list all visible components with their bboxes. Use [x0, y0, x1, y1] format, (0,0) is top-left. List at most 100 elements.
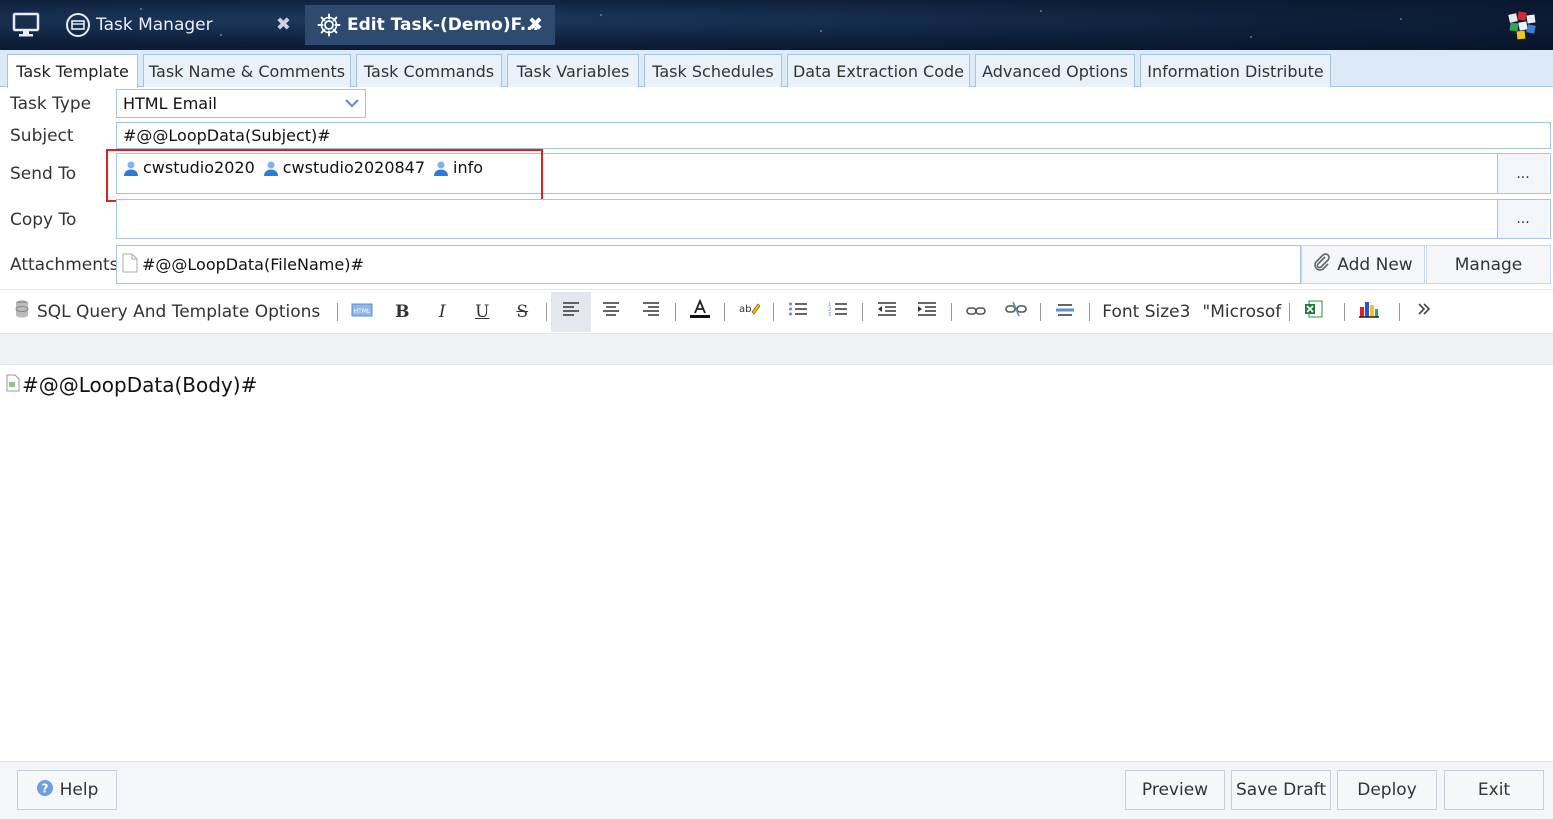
send-to-browse-button[interactable]: ... — [1497, 154, 1548, 193]
tab-advanced-options[interactable]: Advanced Options — [975, 54, 1135, 87]
tab-data-extraction-code[interactable]: Data Extraction Code — [787, 54, 970, 87]
toolbar-separator — [1344, 302, 1346, 321]
paperclip-icon — [1313, 253, 1331, 276]
tab-label: Task Variables — [516, 61, 630, 81]
tab-edit-task-label: Edit Task-(Demo)F... — [347, 15, 540, 35]
highlight-color-button[interactable]: ab — [729, 292, 769, 332]
user-icon — [434, 161, 449, 176]
align-left-icon — [562, 301, 580, 322]
editor-toolbar: SQL Query And Template Options HTML B I … — [0, 289, 1553, 333]
tab-label: Task Commands — [363, 61, 495, 81]
exit-button[interactable]: Exit — [1444, 770, 1544, 810]
toolbar-separator — [862, 302, 864, 321]
html-editor-area[interactable]: #@@LoopData(Body)# — [0, 365, 1553, 761]
close-icon[interactable]: ✖ — [276, 14, 291, 35]
attachments-field[interactable]: #@@LoopData(FileName)# — [116, 245, 1301, 284]
manage-attachments-button[interactable]: Manage — [1426, 245, 1551, 284]
help-label: Help — [59, 780, 99, 800]
align-right-button[interactable] — [631, 292, 671, 332]
recipient-name: info — [453, 158, 484, 177]
app-logo-icon — [1507, 10, 1537, 40]
subject-input[interactable]: #@@LoopData(Subject)# — [116, 122, 1551, 149]
insert-excel-button[interactable] — [1294, 292, 1334, 332]
bold-button[interactable]: B — [382, 292, 422, 332]
outdent-icon — [877, 301, 897, 322]
editor-subbar — [0, 333, 1553, 365]
copy-to-browse-button[interactable]: ... — [1497, 200, 1548, 238]
numbered-list-icon: 123 — [828, 301, 848, 322]
more-tools-button[interactable] — [1404, 292, 1444, 332]
chevron-down-icon[interactable] — [343, 94, 361, 116]
indent-icon — [917, 301, 937, 322]
double-chevron-right-icon — [1416, 301, 1432, 322]
highlight-icon: ab — [738, 300, 761, 323]
editor-body-text: #@@LoopData(Body)# — [22, 373, 258, 397]
font-color-icon — [689, 298, 711, 324]
sql-template-options-button[interactable]: SQL Query And Template Options — [10, 292, 323, 332]
tab-task-manager[interactable]: Task Manager ✖ — [58, 5, 303, 45]
html-icon: HTML — [351, 302, 373, 322]
send-to-input[interactable]: cwstudio2020 cwstudio2020847 info ... — [116, 153, 1551, 194]
underline-button[interactable]: U — [462, 292, 502, 332]
link-icon — [966, 302, 987, 322]
recipient-name: cwstudio2020847 — [282, 158, 426, 177]
user-icon — [263, 161, 278, 176]
tab-label: Data Extraction Code — [792, 61, 964, 81]
preview-button[interactable]: Preview — [1125, 770, 1225, 810]
copy-to-input[interactable]: ... — [116, 199, 1551, 239]
tab-task-commands[interactable]: Task Commands — [356, 54, 502, 87]
align-left-button[interactable] — [551, 291, 592, 332]
recipient-chip[interactable]: cwstudio2020 — [123, 158, 255, 177]
window-titlebar: Task Manager ✖ Edit Task-(Demo)F... ✖ — [0, 0, 1553, 50]
tab-task-variables[interactable]: Task Variables — [507, 54, 639, 87]
align-center-icon — [602, 301, 620, 322]
desktop-monitor-icon[interactable] — [12, 12, 40, 42]
font-name-select[interactable]: "Microsof — [1198, 292, 1285, 332]
remove-link-button[interactable] — [996, 292, 1036, 332]
sql-options-label: SQL Query And Template Options — [37, 301, 321, 322]
toolbar-separator — [1040, 302, 1042, 321]
numbered-list-button[interactable]: 123 — [818, 292, 858, 332]
strikethrough-button[interactable]: S — [502, 292, 542, 332]
insert-link-button[interactable] — [956, 292, 996, 332]
font-color-button[interactable] — [680, 292, 720, 332]
tab-task-schedules[interactable]: Task Schedules — [644, 54, 782, 87]
attachment-value: #@@LoopData(FileName)# — [142, 255, 364, 274]
tab-task-name-comments[interactable]: Task Name & Comments — [143, 54, 351, 87]
broken-image-icon — [6, 373, 20, 397]
italic-button[interactable]: I — [422, 292, 462, 332]
deploy-button[interactable]: Deploy — [1337, 770, 1437, 810]
outdent-button[interactable] — [867, 292, 907, 332]
toolbar-separator — [675, 302, 677, 321]
indent-button[interactable] — [907, 292, 947, 332]
unlink-icon — [1005, 301, 1028, 322]
add-new-attachment-button[interactable]: Add New — [1301, 245, 1425, 284]
help-icon: ? — [36, 779, 54, 802]
help-button[interactable]: ? Help — [17, 770, 117, 810]
tab-task-template[interactable]: Task Template — [7, 54, 138, 88]
editor-body: #@@LoopData(Body)# — [6, 373, 257, 397]
task-manager-icon — [64, 11, 92, 39]
tab-label: Advanced Options — [982, 61, 1128, 81]
font-size-select[interactable]: Font Size3 — [1094, 292, 1198, 332]
insert-chart-button[interactable] — [1349, 292, 1389, 332]
task-type-label: Task Type — [10, 94, 92, 114]
align-right-icon — [642, 301, 660, 322]
close-icon[interactable]: ✖ — [528, 14, 543, 35]
recipient-chip[interactable]: info — [433, 158, 483, 177]
task-type-select[interactable]: HTML Email — [116, 89, 366, 118]
recipient-chip[interactable]: cwstudio2020847 — [263, 158, 425, 177]
align-center-button[interactable] — [591, 292, 631, 332]
toolbar-separator — [1089, 302, 1091, 321]
html-source-button[interactable]: HTML — [342, 292, 382, 332]
save-draft-button[interactable]: Save Draft — [1231, 770, 1331, 810]
toolbar-separator — [951, 302, 953, 321]
toolbar-separator — [1289, 302, 1291, 321]
tab-information-distribute[interactable]: Information Distribute — [1140, 54, 1331, 87]
horizontal-rule-button[interactable] — [1045, 292, 1085, 332]
toolbar-separator — [337, 302, 339, 321]
svg-text:ab: ab — [739, 304, 751, 315]
bullet-list-button[interactable] — [778, 292, 818, 332]
tab-edit-task[interactable]: Edit Task-(Demo)F... ✖ — [305, 5, 555, 45]
chart-icon — [1358, 299, 1380, 324]
